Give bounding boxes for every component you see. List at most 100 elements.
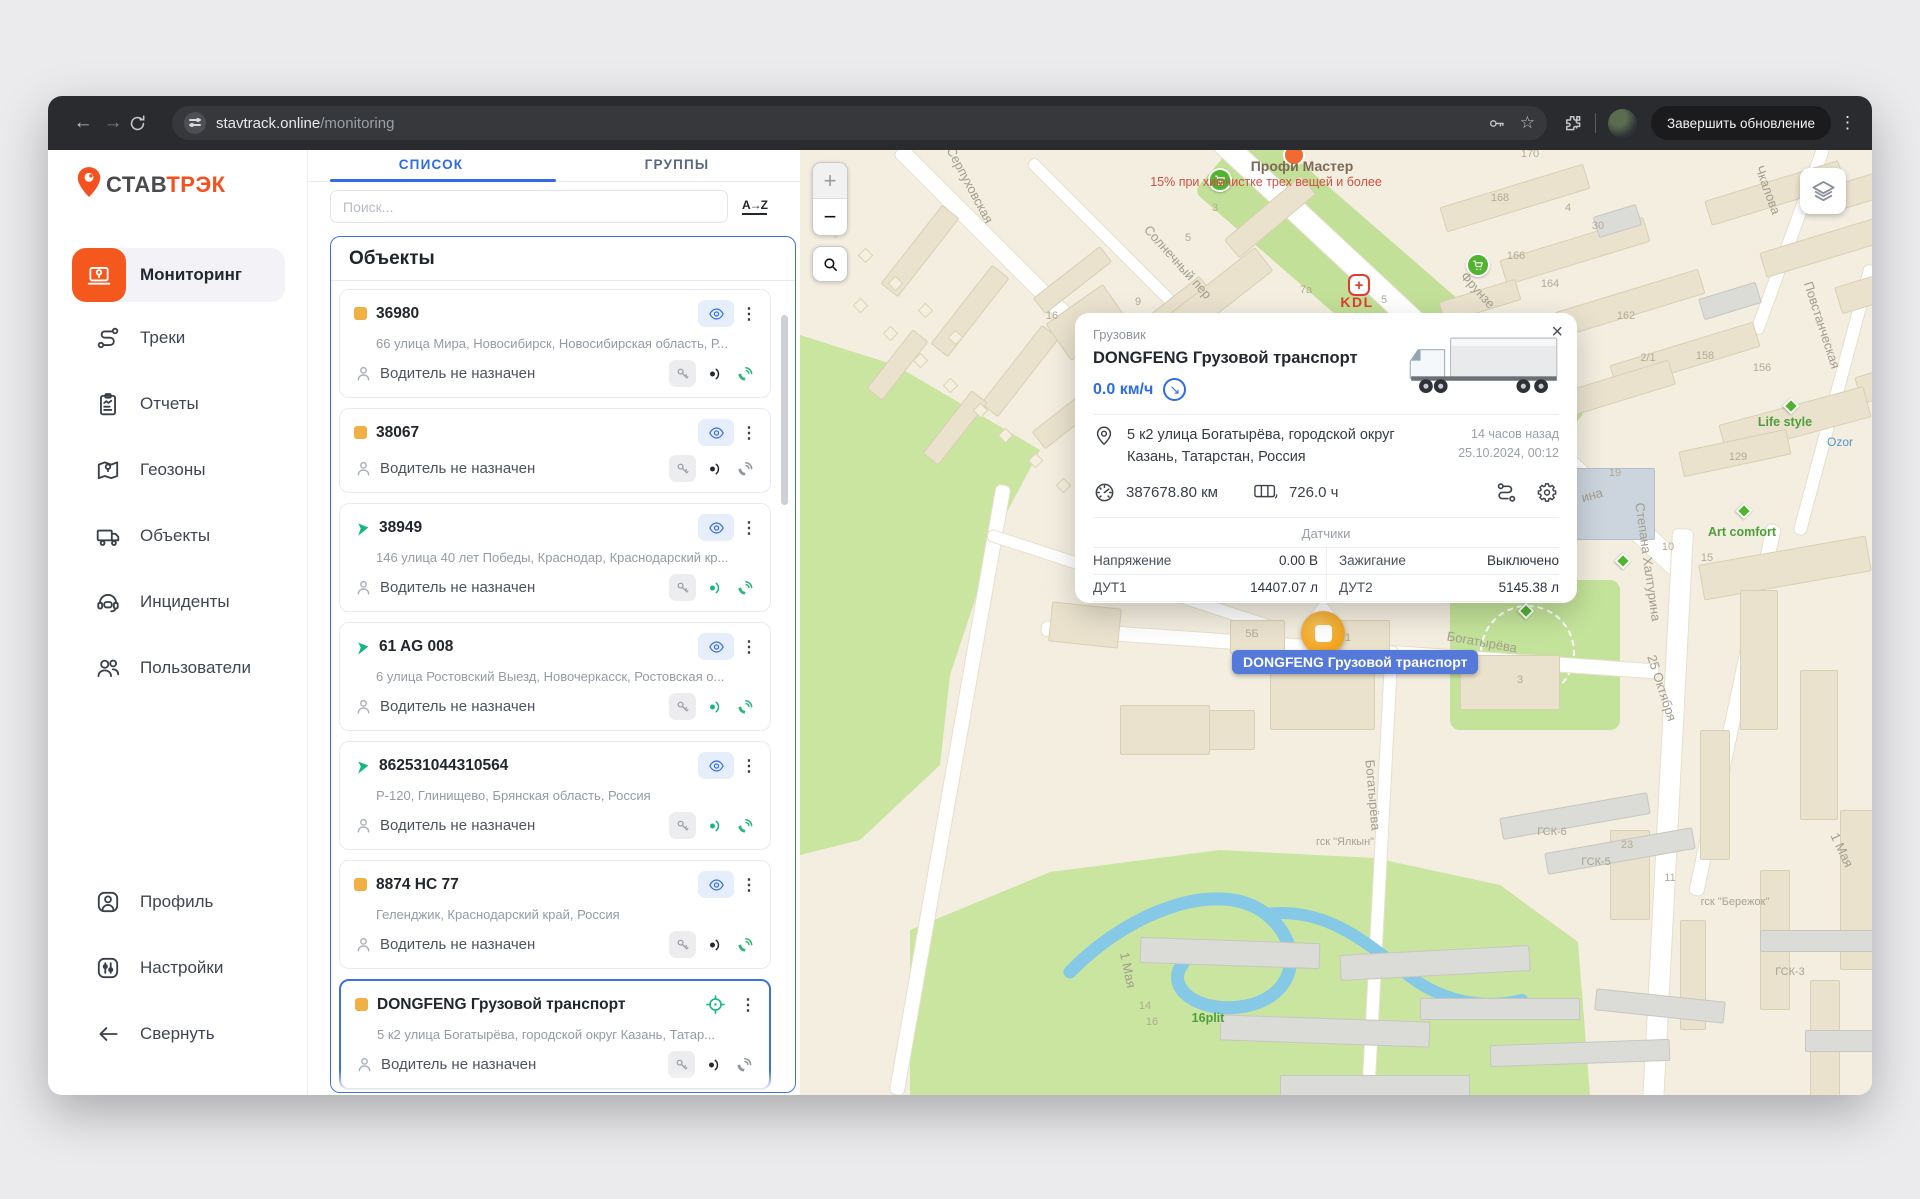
sidebar-item-Пользователи[interactable]: Пользователи bbox=[48, 635, 307, 701]
popup-last-update: 14 часов назад25.10.2024, 00:12 bbox=[1439, 425, 1559, 463]
map-label: 16 bbox=[1046, 310, 1058, 322]
collapse-icon bbox=[95, 1021, 121, 1047]
map-layers-button[interactable] bbox=[1800, 168, 1846, 214]
odometer-icon bbox=[1093, 481, 1116, 504]
driver-icon bbox=[354, 816, 373, 835]
vehicle-menu-icon[interactable]: ⋮ bbox=[740, 875, 758, 895]
ignition-status-icon bbox=[700, 693, 727, 720]
settings-gear-icon[interactable] bbox=[1536, 481, 1559, 504]
vehicle-card[interactable]: 8874 НС 77 ⋮ Геленджик, Краснодарский кр… bbox=[339, 860, 771, 969]
settings-icon bbox=[95, 955, 121, 981]
tab-list[interactable]: СПИСОК bbox=[308, 150, 554, 181]
sidebar-footer-item-Свернуть[interactable]: Свернуть bbox=[48, 1001, 307, 1067]
vehicle-address: Геленджик, Краснодарский край, Россия bbox=[376, 907, 758, 922]
password-key-icon[interactable] bbox=[1487, 114, 1506, 133]
vehicle-menu-icon[interactable]: ⋮ bbox=[740, 756, 758, 776]
sort-az-button[interactable]: A→Z bbox=[742, 198, 767, 215]
locate-target-icon[interactable] bbox=[697, 991, 733, 1018]
map-label: 19 bbox=[1609, 467, 1621, 479]
driver-status: Водитель не назначен bbox=[380, 698, 669, 715]
ignition-status-icon bbox=[699, 1051, 726, 1078]
extensions-icon[interactable] bbox=[1563, 113, 1583, 133]
visibility-eye-icon[interactable] bbox=[698, 300, 734, 327]
logo-text: СТАВТРЭК bbox=[106, 172, 226, 198]
vehicle-menu-icon[interactable]: ⋮ bbox=[740, 423, 758, 443]
vehicle-menu-icon[interactable]: ⋮ bbox=[740, 518, 758, 538]
map-label: 4 bbox=[1565, 202, 1571, 214]
map[interactable]: + СерпуховскаяСолнечный перФрунзеЧкалова… bbox=[800, 150, 1872, 1095]
bookmark-star-icon[interactable]: ☆ bbox=[1520, 113, 1535, 133]
vehicle-name: DONGFENG Грузовой транспорт bbox=[377, 996, 697, 1014]
sidebar-footer-item-Профиль[interactable]: Профиль bbox=[48, 869, 307, 935]
sidebar-item-Треки[interactable]: Треки bbox=[48, 305, 307, 371]
track-route-icon[interactable] bbox=[1495, 481, 1518, 504]
browser-menu-icon[interactable]: ⋮ bbox=[1839, 113, 1856, 133]
ignition-status-icon bbox=[700, 574, 727, 601]
visibility-eye-icon[interactable] bbox=[698, 752, 734, 779]
reload-icon[interactable] bbox=[128, 114, 158, 133]
sidebar-footer-item-Настройки[interactable]: Настройки bbox=[48, 935, 307, 1001]
vehicle-map-label[interactable]: DONGFENG Грузовой транспорт bbox=[1232, 650, 1478, 674]
finish-update-button[interactable]: Завершить обновление bbox=[1651, 106, 1831, 140]
visibility-eye-icon[interactable] bbox=[698, 871, 734, 898]
profile-avatar[interactable] bbox=[1608, 109, 1637, 138]
panel-tabs: СПИСОК ГРУППЫ bbox=[308, 150, 800, 182]
visibility-eye-icon[interactable] bbox=[698, 514, 734, 541]
sensor-row: ДУТ114407.07 л bbox=[1093, 574, 1326, 601]
sidebar-item-Геозоны[interactable]: Геозоны bbox=[48, 437, 307, 503]
search-input[interactable] bbox=[330, 190, 728, 223]
sidebar-item-Мониторинг[interactable]: Мониторинг bbox=[48, 245, 307, 305]
sidebar-item-Объекты[interactable]: Объекты bbox=[48, 503, 307, 569]
back-icon[interactable]: ← bbox=[68, 112, 98, 134]
reports-icon bbox=[95, 391, 121, 417]
vehicle-name: 862531044310564 bbox=[379, 757, 698, 775]
vehicle-marker[interactable] bbox=[1301, 611, 1345, 655]
vehicle-card[interactable]: 38067 ⋮ Водитель не назначен bbox=[339, 408, 771, 493]
sidebar-item-label: Пользователи bbox=[140, 658, 251, 678]
vehicle-name: 61 AG 008 bbox=[379, 638, 698, 656]
vehicle-card[interactable]: 862531044310564 ⋮ Р-120, Глинищево, Брян… bbox=[339, 741, 771, 850]
tab-groups[interactable]: ГРУППЫ bbox=[554, 150, 800, 181]
map-label: 14 bbox=[1139, 1000, 1151, 1012]
vehicle-address: 146 улица 40 лет Победы, Краснодар, Крас… bbox=[376, 550, 758, 565]
vehicle-card[interactable]: 61 AG 008 ⋮ 6 улица Ростовский Выезд, Но… bbox=[339, 622, 771, 731]
map-label: 25 Октября bbox=[1644, 653, 1679, 723]
zoom-out-button[interactable]: − bbox=[813, 199, 847, 235]
map-label: ина bbox=[1580, 485, 1605, 505]
vehicle-menu-icon[interactable]: ⋮ bbox=[740, 304, 758, 324]
objects-panel: СПИСОК ГРУППЫ A→Z Объекты 36980 ⋮ 66 ули… bbox=[308, 150, 800, 1095]
sidebar-item-Отчеты[interactable]: Отчеты bbox=[48, 371, 307, 437]
driver-icon bbox=[354, 364, 373, 383]
map-label: 7а bbox=[1300, 284, 1312, 296]
map-label: 3 bbox=[1517, 674, 1523, 686]
vehicle-color-swatch bbox=[354, 878, 367, 891]
map-label: 129 bbox=[1729, 451, 1747, 463]
address-bar[interactable]: stavtrack.online/monitoring ☆ bbox=[172, 106, 1547, 140]
vehicle-card[interactable]: 36980 ⋮ 66 улица Мира, Новосибирск, Ново… bbox=[339, 289, 771, 398]
vehicle-list: 36980 ⋮ 66 улица Мира, Новосибирск, Ново… bbox=[339, 283, 771, 1092]
vehicle-menu-icon[interactable]: ⋮ bbox=[739, 995, 757, 1015]
engine-hours-icon bbox=[1254, 484, 1279, 500]
vehicle-menu-icon[interactable]: ⋮ bbox=[740, 637, 758, 657]
key-status-icon bbox=[668, 1051, 695, 1078]
map-label: Богатырёва bbox=[1362, 759, 1383, 831]
forward-icon[interactable]: → bbox=[98, 112, 128, 134]
driver-icon bbox=[354, 697, 373, 716]
visibility-eye-icon[interactable] bbox=[698, 633, 734, 660]
sensors-table: Напряжение0.00 ВЗажиганиеВыключеноДУТ114… bbox=[1093, 547, 1559, 602]
map-label: гск "Бережок" bbox=[1701, 896, 1770, 908]
visibility-eye-icon[interactable] bbox=[698, 419, 734, 446]
zoom-in-button[interactable]: + bbox=[813, 163, 847, 199]
map-search-button[interactable] bbox=[812, 246, 848, 282]
vehicle-card[interactable]: 38949 ⋮ 146 улица 40 лет Победы, Краснод… bbox=[339, 503, 771, 612]
gps-status-icon bbox=[730, 1051, 757, 1078]
map-label: 11 bbox=[1664, 872, 1675, 884]
vehicle-card[interactable]: DONGFENG Грузовой транспорт ⋮ 5 к2 улица… bbox=[339, 979, 771, 1090]
site-info-icon[interactable] bbox=[184, 112, 206, 134]
truck-image bbox=[1405, 335, 1563, 396]
map-label: 5 bbox=[1185, 232, 1191, 244]
sidebar: СТАВТРЭК Мониторинг Треки Отчеты Геозоны… bbox=[48, 150, 308, 1095]
sidebar-item-Инциденты[interactable]: Инциденты bbox=[48, 569, 307, 635]
list-scrollbar[interactable] bbox=[781, 315, 788, 505]
driver-status: Водитель не назначен bbox=[380, 579, 669, 596]
